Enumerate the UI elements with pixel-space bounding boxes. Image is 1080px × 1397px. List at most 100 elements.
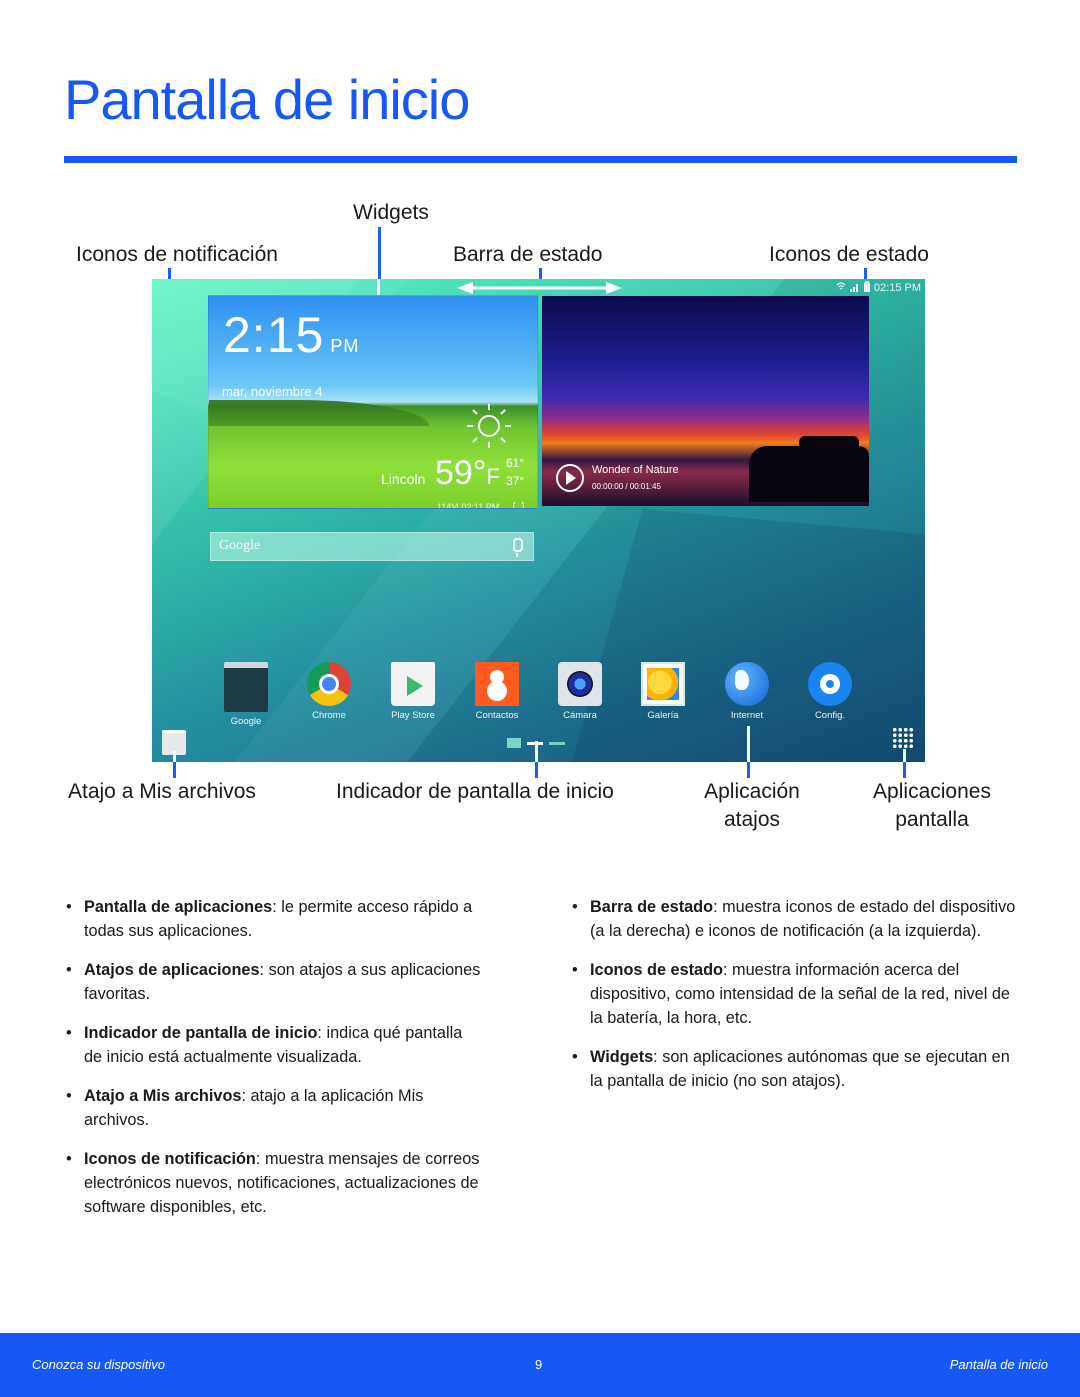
widget-date: mar, noviembre 4 (222, 384, 323, 399)
leader-status-bar (539, 268, 542, 279)
temperature-unit: F (486, 464, 500, 489)
weather-low: 37° (506, 474, 525, 488)
internet-icon (725, 662, 769, 706)
bullet-term: Iconos de estado (590, 961, 723, 979)
weather-high: 61° (506, 456, 525, 470)
weather-city: Lincoln (381, 471, 426, 487)
home-screen: 02:15 PM 2:15 PM mar, noviembre 4 Lincoln… (152, 279, 925, 762)
battery-icon (863, 281, 870, 295)
app-shortcut-camera[interactable]: Cámara (545, 662, 615, 721)
callout-status-bar: Barra de estado (453, 243, 603, 266)
flipboard-page-icon[interactable] (507, 738, 521, 748)
microphone-icon[interactable] (513, 538, 523, 557)
treeline (209, 400, 429, 426)
vehicle-silhouette (749, 446, 869, 502)
callout-line: atajos (723, 808, 781, 831)
app-shortcut-contacts[interactable]: Contactos (462, 662, 532, 721)
gallery-icon (641, 662, 685, 706)
weather-temperature: 59°F (435, 456, 500, 490)
chrome-icon (307, 662, 351, 706)
app-shortcut-chrome[interactable]: Chrome (294, 662, 364, 721)
contacts-icon (475, 662, 519, 706)
title-rule (64, 156, 1017, 163)
footer-page-number: 9 (535, 1357, 543, 1372)
sun-icon (467, 404, 511, 448)
page-title: Pantalla de inicio (64, 68, 470, 131)
play-icon[interactable] (556, 464, 584, 492)
leader-notification-icons (168, 268, 171, 279)
google-label: Google (219, 538, 261, 553)
widget-clock: 2:15 PM (223, 310, 359, 360)
apps-pointer (903, 749, 906, 762)
list-item: Iconos de notificación: muestra mensajes… (62, 1147, 482, 1219)
bullet-list-right: Barra de estado: muestra iconos de estad… (568, 895, 1018, 1108)
list-item: Atajos de aplicaciones: son atajos a sus… (62, 958, 482, 1006)
page-footer: Conozca su dispositivo 9 Pantalla de ini… (0, 1333, 1080, 1397)
bullet-term: Atajo a Mis archivos (84, 1087, 242, 1105)
settings-icon (808, 662, 852, 706)
callout-home-indicator: Indicador de pantalla de inicio (336, 780, 614, 803)
wallpaper-facet (572, 509, 925, 762)
status-bar: 02:15 PM (836, 279, 921, 297)
temperature-value: 59° (435, 454, 487, 492)
signal-icon (849, 282, 860, 295)
callout-app-shortcuts: Aplicación atajos (692, 778, 812, 834)
bullet-list-left: Pantalla de aplicaciones: le permite acc… (62, 895, 482, 1234)
video-title: Wonder of Nature (592, 464, 679, 476)
list-item: Iconos de estado: muestra información ac… (568, 958, 1018, 1030)
app-label: Cámara (563, 710, 597, 721)
app-shortcut-settings[interactable]: Config. (795, 662, 865, 721)
app-shortcut-internet[interactable]: Internet (712, 662, 782, 721)
play-store-icon (391, 662, 435, 706)
app-shortcut-gallery[interactable]: Galería (628, 662, 698, 721)
bullet-term: Pantalla de aplicaciones (84, 898, 273, 916)
leader-widgets (378, 227, 381, 279)
bullet-term: Widgets (590, 1048, 654, 1066)
wifi-icon (836, 281, 846, 295)
bullet-term: Barra de estado (590, 898, 714, 916)
leader-my-files (173, 762, 176, 778)
google-folder-icon (224, 662, 268, 712)
page-indicator[interactable] (549, 741, 565, 745)
app-label: Google (230, 716, 262, 727)
app-label: Play Store (391, 710, 435, 721)
app-label: Chrome (312, 710, 346, 721)
bullet-term: Atajos de aplicaciones (84, 961, 260, 979)
list-item: Indicador de pantalla de inicio: indica … (62, 1021, 482, 1069)
callout-line: pantalla (895, 808, 969, 831)
app-label: Internet (730, 710, 764, 721)
app-label: Contactos (475, 710, 519, 721)
google-search-bar[interactable]: Google (210, 532, 534, 561)
apps-grid-icon[interactable] (892, 727, 914, 749)
clock-weather-widget[interactable]: 2:15 PM mar, noviembre 4 Lincoln 59°F 61°… (208, 295, 538, 509)
clock-ampm: PM (330, 336, 360, 356)
bullet-term: Iconos de notificación (84, 1150, 256, 1168)
leader-app-shortcuts (747, 762, 750, 778)
bullet-text: : son aplicaciones autónomas que se ejec… (590, 1048, 1010, 1090)
app-label: Galería (647, 710, 679, 721)
status-time: 02:15 PM (873, 282, 921, 294)
callout-apps-screen: Aplicaciones pantalla (857, 778, 1007, 834)
footer-chapter: Pantalla de inicio (949, 1357, 1048, 1372)
my-files-pointer (173, 751, 176, 762)
camera-icon (558, 662, 602, 706)
callout-line: Aplicaciones (873, 780, 991, 803)
callout-notification-icons: Iconos de notificación (76, 243, 278, 266)
video-widget[interactable]: Wonder of Nature 00:00:00 / 00:01:45 (542, 296, 869, 506)
refresh-icon[interactable] (513, 500, 524, 508)
list-item: Barra de estado: muestra iconos de estad… (568, 895, 1018, 943)
footer-section: Conozca su dispositivo (32, 1357, 165, 1372)
list-item: Pantalla de aplicaciones: le permite acc… (62, 895, 482, 943)
status-bar-arrow (457, 282, 622, 294)
weather-updated: 11/04 02:11 PM (437, 502, 500, 509)
app-shortcut-play-store[interactable]: Play Store (378, 662, 448, 721)
leader-apps-screen (903, 762, 906, 778)
callout-line: Aplicación (704, 780, 800, 803)
list-item: Atajo a Mis archivos: atajo a la aplicac… (62, 1084, 482, 1132)
clock-time: 2:15 (223, 307, 325, 363)
callout-status-icons: Iconos de estado (769, 243, 929, 266)
app-shortcut-google[interactable]: Google (211, 662, 281, 727)
leader-status-icons (864, 268, 867, 279)
home-indicator-pointer (535, 741, 538, 762)
callout-widgets: Widgets (353, 201, 429, 224)
